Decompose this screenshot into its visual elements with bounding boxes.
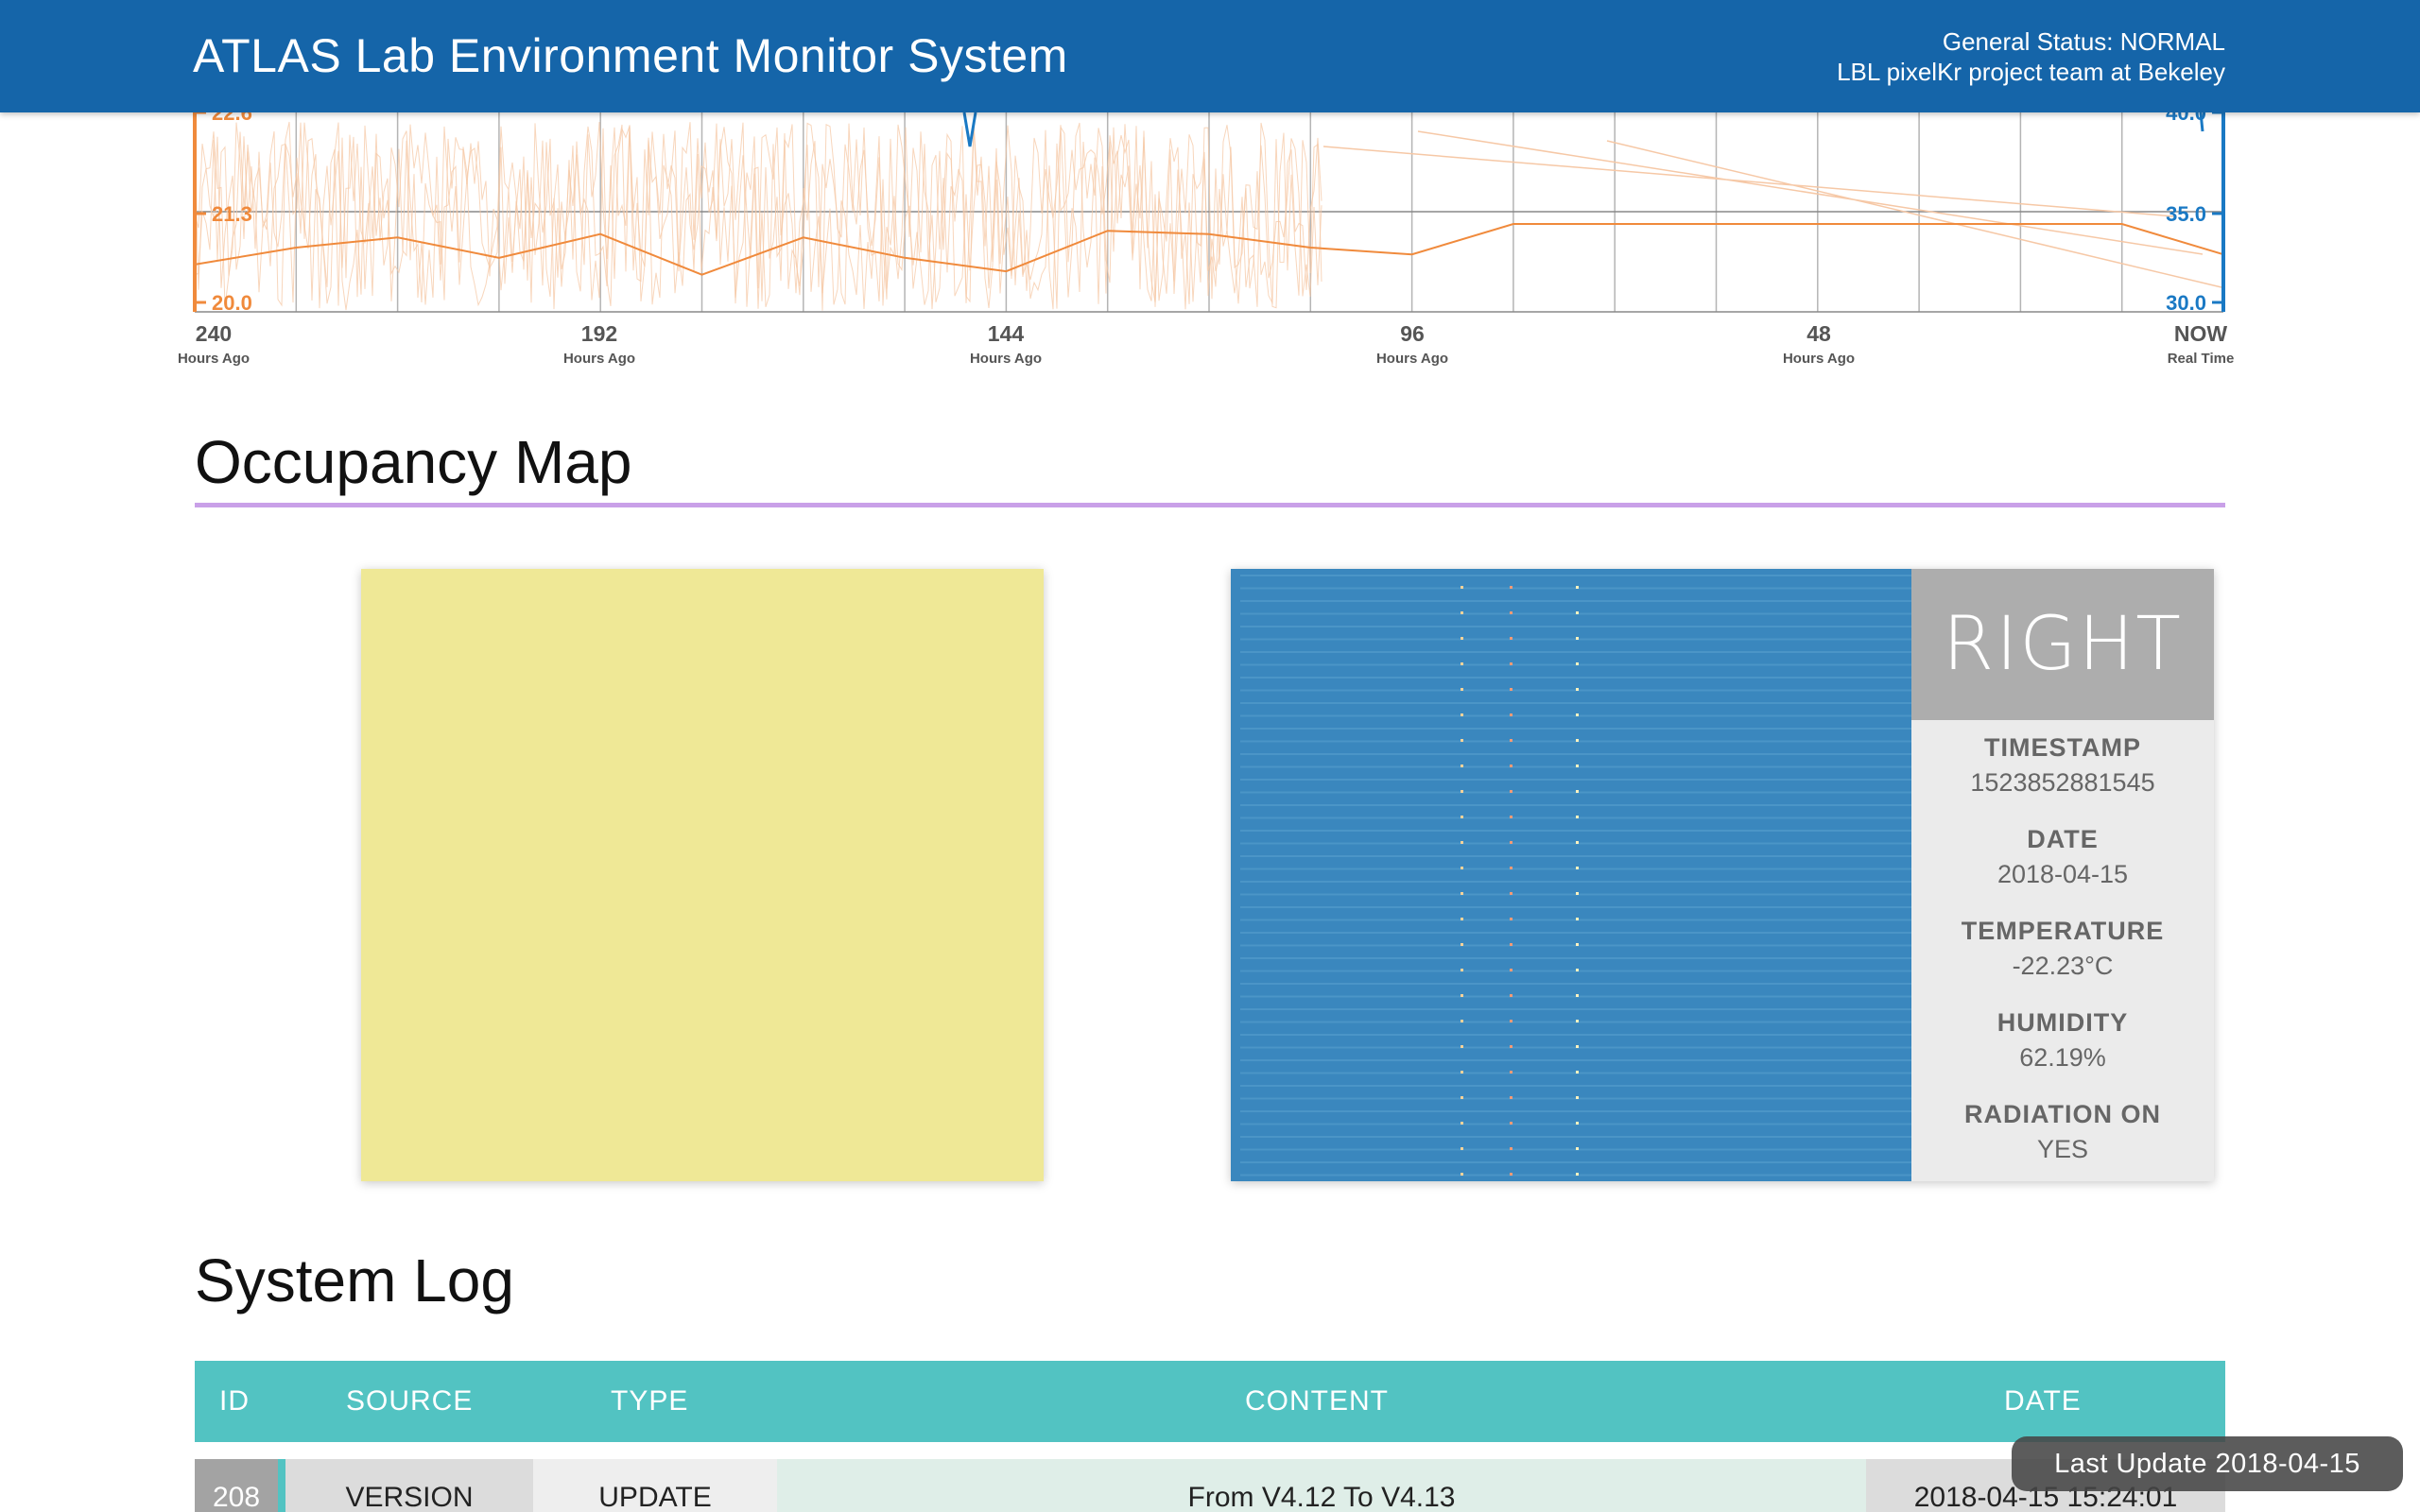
field-key: TEMPERATURE [1961, 917, 2165, 945]
history-chart-svg: 22.6 21.3 20.0 40.0 35.0 30.0 [193, 112, 2225, 315]
field-value: YES [2036, 1135, 2089, 1163]
humidity-series-line [962, 112, 2204, 147]
field-key: HUMIDITY [1996, 1008, 2129, 1037]
x-tick-value: 192 [580, 321, 618, 346]
field-key: TIMESTAMP [1984, 733, 2141, 762]
right-axis-tick: 40.0 [2166, 112, 2206, 125]
x-tick-sublabel: Hours Ago [177, 351, 251, 367]
col-date[interactable]: DATE [2004, 1385, 2082, 1418]
x-tick-3: 96 Hours Ago [1376, 321, 1448, 367]
x-tick-sublabel: Hours Ago [1375, 351, 1449, 367]
field-key: RADIATION ON [1964, 1100, 2161, 1128]
detector-pixel-grid[interactable] [1231, 569, 1911, 1181]
field-key: DATE [2027, 825, 2099, 853]
x-tick-sublabel: Hours Ago [562, 351, 636, 367]
history-chart: 22.6 21.3 20.0 40.0 35.0 30.0 [0, 112, 2420, 377]
x-tick-5: NOW Real Time [2168, 321, 2235, 367]
table-row[interactable]: 208 VERSION UPDATE From V4.12 To V4.13 2… [195, 1459, 2225, 1512]
system-log-title: System Log [195, 1246, 514, 1314]
app-header: ATLAS Lab Environment Monitor System Gen… [0, 0, 2420, 112]
right-axis-tick: 35.0 [2166, 202, 2206, 226]
left-axis-tick: 21.3 [212, 202, 252, 226]
log-type-cell: UPDATE [533, 1459, 777, 1512]
log-id-cell: 208 [195, 1459, 278, 1512]
x-tick-value: NOW [2173, 321, 2228, 346]
detector-field-temperature: TEMPERATURE -22.23°C [1911, 917, 2214, 995]
x-tick-0: 240 Hours Ago [178, 321, 250, 367]
app-title: ATLAS Lab Environment Monitor System [193, 29, 1068, 82]
log-content-cell: From V4.12 To V4.13 [777, 1459, 1866, 1512]
x-tick-value: 240 [195, 321, 233, 346]
occupancy-title: Occupancy Map [195, 428, 632, 496]
col-content[interactable]: CONTENT [1245, 1385, 1389, 1418]
x-tick-4: 48 Hours Ago [1783, 321, 1855, 367]
col-id[interactable]: ID [219, 1385, 250, 1418]
detector-field-date: DATE 2018-04-15 [1911, 825, 2214, 903]
field-value: 1523852881545 [1970, 768, 2155, 797]
team-credit: LBL pixelKr project team at Bekeley [1837, 58, 2225, 86]
x-tick-value: 48 [1806, 321, 1831, 346]
row-accent [278, 1459, 285, 1512]
detector-field-humidity: HUMIDITY 62.19% [1911, 1008, 2214, 1087]
occupancy-map-left[interactable] [361, 569, 1044, 1181]
general-status: General Status: NORMAL [1942, 27, 2225, 56]
left-axis-tick: 22.6 [212, 112, 252, 125]
header-status: General Status: NORMAL LBL pixelKr proje… [1837, 26, 2225, 87]
occupancy-divider [195, 503, 2225, 507]
temperature-raw-trace [1322, 130, 2222, 288]
col-source[interactable]: SOURCE [346, 1385, 473, 1418]
field-value: -22.23°C [2012, 952, 2114, 980]
left-axis-tick: 20.0 [212, 291, 252, 315]
detector-pixel-svg [1240, 575, 1911, 1177]
field-value: 2018-04-15 [1996, 860, 2129, 888]
detector-field-radiation-on: RADIATION ON YES [1911, 1100, 2214, 1178]
x-tick-2: 144 Hours Ago [970, 321, 1042, 367]
log-table-header: ID SOURCE TYPE CONTENT DATE [195, 1361, 2225, 1442]
occupancy-map-right[interactable]: RIGHT TIMESTAMP 1523852881545 DATE 2018-04-… [1231, 569, 2214, 1181]
log-source-cell: VERSION [285, 1459, 533, 1512]
x-tick-sublabel: Hours Ago [969, 351, 1043, 367]
right-axis-tick: 30.0 [2166, 291, 2206, 315]
field-value: 62.19% [2019, 1043, 2106, 1072]
x-tick-value: 144 [987, 321, 1025, 346]
x-tick-sublabel: Real Time [2167, 351, 2235, 367]
x-tick-value: 96 [1400, 321, 1425, 346]
detector-side-label: RIGHT [1911, 569, 2214, 720]
detector-info-panel: RIGHT TIMESTAMP 1523852881545 DATE 2018-04-… [1911, 569, 2214, 1181]
x-tick-1: 192 Hours Ago [563, 321, 635, 367]
x-tick-sublabel: Hours Ago [1782, 351, 1856, 367]
detector-field-timestamp: TIMESTAMP 1523852881545 [1911, 733, 2214, 812]
last-update-toast[interactable]: Last Update 2018-04-15 [2012, 1436, 2403, 1491]
system-log-table: ID SOURCE TYPE CONTENT DATE 208 VERSION … [195, 1361, 2225, 1512]
col-type[interactable]: TYPE [611, 1385, 688, 1418]
